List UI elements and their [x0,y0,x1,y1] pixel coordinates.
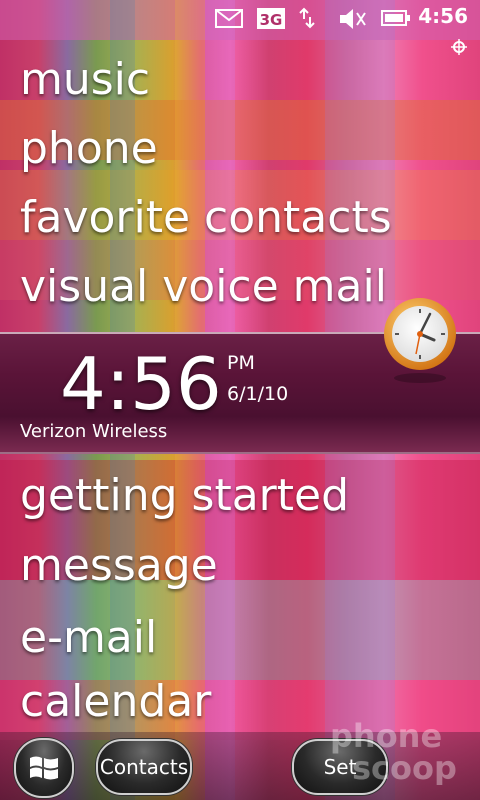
3g-icon: 3G [257,8,285,29]
message-icon[interactable] [214,7,244,29]
clock-icon[interactable] [380,296,460,386]
windows-logo-icon [30,756,58,780]
start-button[interactable] [14,738,74,798]
menu-item-phone[interactable]: phone [20,127,158,171]
network-label: 3G [260,11,283,29]
home-clock-ampm: PM [227,352,255,374]
menu-item-getting-started[interactable]: getting started [20,474,349,518]
svg-text:scoop: scoop [352,749,457,785]
menu-item-message[interactable]: message [20,544,218,588]
carrier-name: Verizon Wireless [20,421,168,442]
home-clock-time[interactable]: 4:56 [60,348,222,420]
menu-item-e-mail[interactable]: e-mail [20,616,157,660]
data-arrows-icon [299,7,315,29]
battery-icon[interactable] [380,7,412,29]
menu-item-calendar[interactable]: calendar [20,680,211,724]
gps-icon [451,39,467,55]
status-time[interactable]: 4:56 [418,4,468,28]
home-clock-date: 6/1/10 [227,383,289,405]
menu-item-music[interactable]: music [20,58,150,102]
contacts-softkey[interactable]: Contacts [96,739,192,795]
status-bar[interactable]: 3G 4:56 [0,0,480,36]
volume-icon[interactable] [338,7,368,29]
phonescoop-watermark: phone scoop [330,717,457,785]
menu-item-favorite-contacts[interactable]: favorite contacts [20,196,392,240]
menu-item-visual-voice-mail[interactable]: visual voice mail [20,265,387,309]
